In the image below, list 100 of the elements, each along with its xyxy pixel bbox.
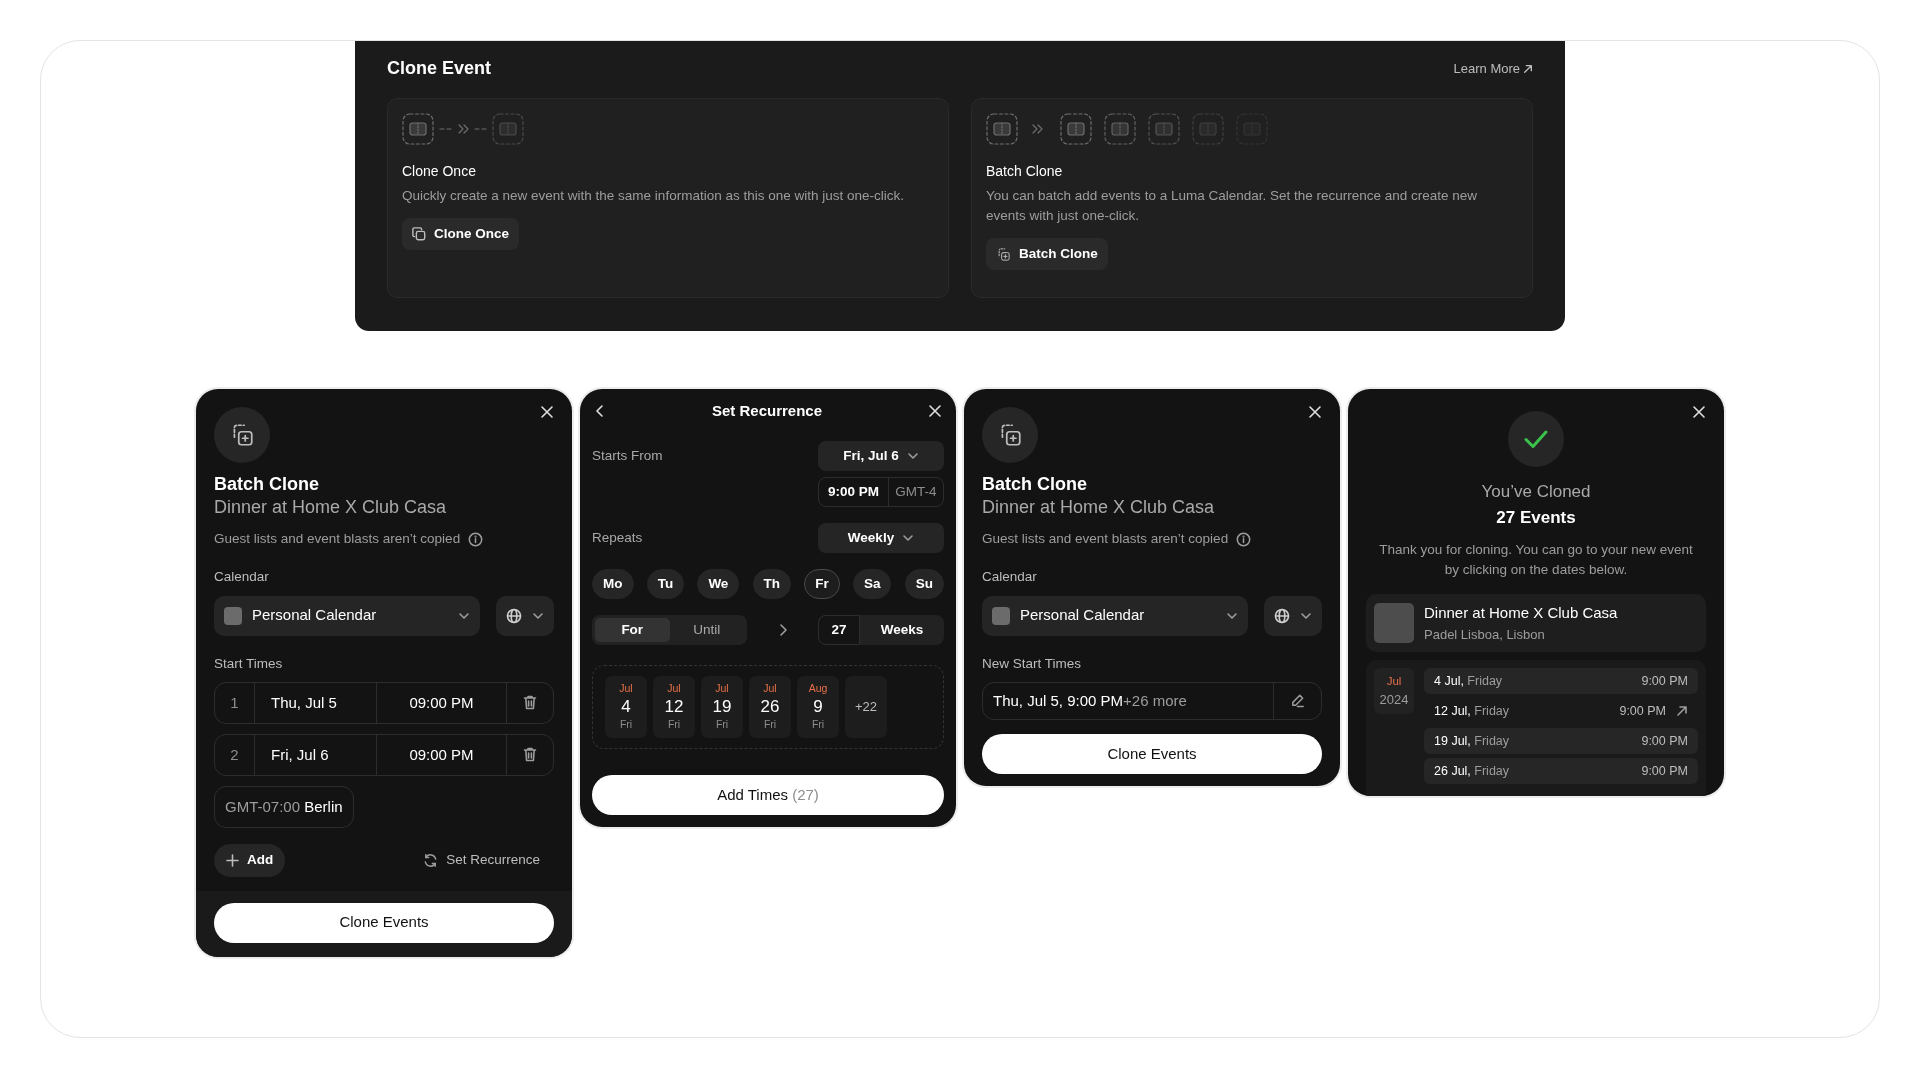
tile-day: 12	[664, 697, 684, 717]
weekday-toggle[interactable]: Mo	[592, 569, 634, 599]
more-dates-tile[interactable]: +22	[845, 676, 887, 738]
weekday-toggle[interactable]: Su	[904, 569, 944, 599]
date-tile[interactable]: Jul 19 Fri	[701, 676, 743, 738]
avatar-placeholder	[992, 606, 1010, 625]
dialog-title: Batch Clone	[214, 473, 320, 495]
time-field[interactable]: 09:00 PM	[377, 682, 507, 723]
tile-day: 9	[813, 697, 823, 717]
weekday-toggle[interactable]: Tu	[646, 569, 685, 599]
field-label: Repeats	[592, 528, 643, 547]
date-row[interactable]: 26 Jul, Friday 9:00 PM	[1424, 758, 1698, 784]
clone-plus-icon	[996, 246, 1011, 262]
globe-icon	[1274, 607, 1290, 624]
time-field[interactable]: 09:00 PM	[377, 734, 507, 775]
visibility-select[interactable]	[496, 595, 554, 636]
info-icon	[1236, 531, 1252, 547]
back-chevron-icon	[594, 404, 606, 418]
weekday-toggle[interactable]: Fr	[804, 569, 840, 599]
plus-icon	[226, 853, 239, 867]
tile-month: Jul	[763, 681, 777, 697]
field-label: Calendar	[982, 568, 1038, 587]
weekday-toggle[interactable]: We	[697, 569, 740, 599]
check-icon	[1523, 428, 1549, 450]
option-button[interactable]: Clone Once	[402, 218, 519, 251]
date-row[interactable]: 4 Jul, Friday 9:00 PM	[1424, 668, 1698, 694]
arrow-up-right-icon	[1523, 63, 1533, 74]
event-card[interactable]: Dinner at Home X Club Casa Padel Lisboa, Lisbon	[1366, 594, 1706, 652]
event-name: Dinner at Home X Club Casa	[1424, 603, 1618, 623]
chevron-down-icon	[902, 532, 915, 544]
date-tile[interactable]: Jul 4 Fri	[605, 676, 647, 738]
date-tile[interactable]: Jul 26 Fri	[749, 676, 791, 738]
trash-icon	[523, 747, 537, 763]
close-icon	[1308, 405, 1322, 419]
date-field[interactable]: Fri, Jul 6	[255, 734, 377, 775]
event-name: Dinner at Home X Club Casa	[982, 496, 1216, 519]
add-times-button[interactable]: Add Times (27)	[592, 775, 944, 815]
time-field[interactable]: 9:00 PM GMT-4	[818, 477, 944, 507]
mode-tab[interactable]: Until	[669, 618, 744, 642]
tile-month: Aug	[808, 681, 828, 697]
photo-placeholder	[1374, 603, 1414, 643]
clone-events-button[interactable]: Clone Events	[982, 733, 1322, 774]
calendar-select[interactable]: Personal Calendar	[982, 595, 1248, 636]
clone-events-button[interactable]: Clone Events	[214, 902, 554, 943]
visibility-select[interactable]	[1264, 595, 1322, 636]
panel-title: Clone Event	[387, 57, 492, 80]
success-title: You’ve Cloned	[1480, 481, 1592, 503]
tile-month: Jul	[715, 681, 729, 697]
trash-icon	[523, 695, 537, 711]
weekday-toggle[interactable]: Th	[752, 569, 792, 599]
chevron-down-icon	[906, 450, 919, 462]
repeat-dropdown[interactable]: Weekly	[818, 523, 944, 553]
tile-weekday: Fri	[715, 717, 729, 732]
success-message: Thank you for cloning. You can go to your new event by clicking on the dates below.	[1378, 541, 1694, 579]
tile-month: Jul	[667, 681, 681, 697]
date-field[interactable]: Thu, Jul 5	[255, 682, 377, 723]
calendar-select[interactable]: Personal Calendar	[214, 595, 480, 636]
close-icon	[928, 404, 942, 418]
option-title: Batch Clone	[986, 162, 1064, 181]
copy-icon	[412, 227, 426, 242]
set-recurrence-button[interactable]: Set Recurrence	[423, 844, 554, 877]
tile-day: 4	[621, 697, 631, 717]
learn-more-link[interactable]: Learn More	[1453, 58, 1533, 79]
date-row[interactable]: 12 Jul, Friday 9:00 PM	[1424, 698, 1698, 724]
row-number: 2	[215, 734, 255, 775]
arrow-up-right-icon	[1676, 705, 1688, 717]
date-tile[interactable]: Jul 12 Fri	[653, 676, 695, 738]
event-name: Dinner at Home X Club Casa	[214, 496, 448, 519]
note-text: Guest lists and event blasts aren’t copied	[982, 530, 1229, 548]
tile-day: 19	[712, 697, 732, 717]
count-field[interactable]: 27	[818, 615, 860, 645]
weekday-toggle[interactable]: Sa	[852, 569, 892, 599]
date-tile[interactable]: Aug 9 Fri	[797, 676, 839, 738]
avatar-placeholder	[224, 606, 242, 625]
month-name: Jul	[1386, 673, 1402, 689]
option-description: You can batch add events to a Luma Calendar. Set the recurrence and create new events with just one-click.	[986, 187, 1479, 225]
event-location: Padel Lisboa, Lisbon	[1424, 625, 1546, 644]
dialog-title: Batch Clone	[982, 473, 1088, 495]
field-label: Starts From	[592, 446, 663, 465]
event-count: 27 Events	[1495, 506, 1577, 529]
tile-weekday: Fri	[667, 717, 681, 732]
timezone-field[interactable]: GMT-07:00 Berlin	[214, 785, 354, 829]
close-icon	[540, 405, 554, 419]
tile-weekday: Fri	[619, 717, 633, 732]
info-icon	[468, 531, 484, 547]
field-label: New Start Times	[982, 654, 1083, 673]
chevron-right-icon	[777, 623, 788, 637]
tile-month: Jul	[619, 681, 633, 697]
mode-tab[interactable]: For	[595, 618, 670, 642]
close-button[interactable]	[926, 402, 944, 420]
date-row[interactable]: 19 Jul, Friday 9:00 PM	[1424, 728, 1698, 754]
field-label: Calendar	[214, 568, 270, 587]
globe-icon	[506, 607, 522, 624]
option-button[interactable]: Batch Clone	[986, 238, 1108, 271]
field-label: Start Times	[214, 654, 284, 673]
unit-dropdown[interactable]: Weeks	[860, 615, 944, 645]
option-title: Clone Once	[402, 162, 477, 181]
add-button[interactable]: Add	[214, 844, 286, 877]
date-dropdown[interactable]: Fri, Jul 6	[818, 441, 944, 471]
row-number: 1	[215, 682, 255, 723]
